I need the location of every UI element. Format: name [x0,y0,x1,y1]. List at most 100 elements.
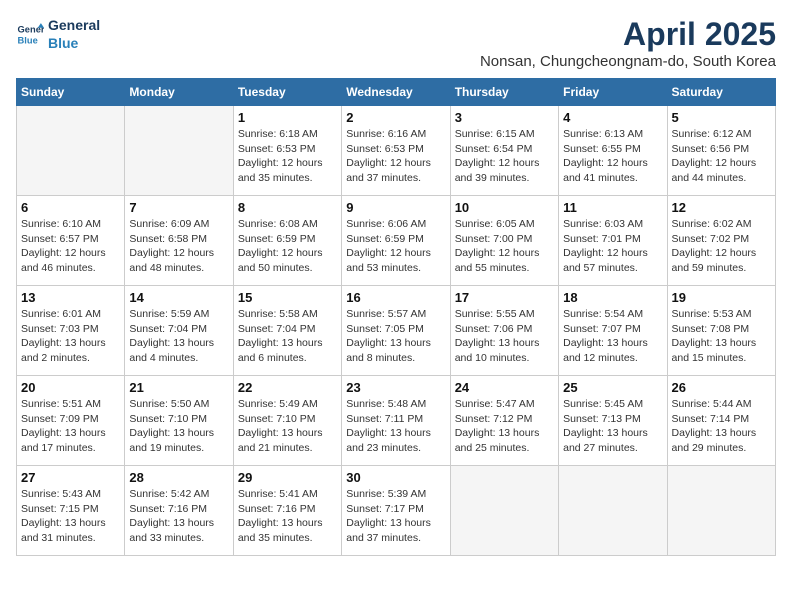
table-row [125,106,233,196]
week-row-4: 27 Sunrise: 5:43 AMSunset: 7:15 PMDayligh… [17,466,776,556]
day-number: 5 [672,110,771,125]
day-detail: Sunrise: 5:39 AMSunset: 7:17 PMDaylight:… [346,487,445,546]
day-detail: Sunrise: 5:57 AMSunset: 7:05 PMDaylight:… [346,307,445,366]
calendar-body: 1 Sunrise: 6:18 AMSunset: 6:53 PMDaylight… [17,106,776,556]
table-row: 14 Sunrise: 5:59 AMSunset: 7:04 PMDayligh… [125,286,233,376]
day-number: 2 [346,110,445,125]
table-row: 1 Sunrise: 6:18 AMSunset: 6:53 PMDaylight… [233,106,341,196]
table-row: 20 Sunrise: 5:51 AMSunset: 7:09 PMDayligh… [17,376,125,466]
day-number: 19 [672,290,771,305]
table-row: 24 Sunrise: 5:47 AMSunset: 7:12 PMDayligh… [450,376,558,466]
day-number: 24 [455,380,554,395]
table-row: 4Sunrise: 6:13 AMSunset: 6:55 PMDaylight… [559,106,667,196]
table-row: 21 Sunrise: 5:50 AMSunset: 7:10 PMDayligh… [125,376,233,466]
day-detail: Sunrise: 6:10 AMSunset: 6:57 PMDaylight:… [21,217,120,276]
header-row: SundayMondayTuesdayWednesdayThursdayFrid… [17,79,776,106]
day-number: 29 [238,470,337,485]
table-row: 23Sunrise: 5:48 AMSunset: 7:11 PMDayligh… [342,376,450,466]
day-number: 6 [21,200,120,215]
table-row: 18 Sunrise: 5:54 AMSunset: 7:07 PMDayligh… [559,286,667,376]
table-row: 29Sunrise: 5:41 AMSunset: 7:16 PMDayligh… [233,466,341,556]
day-detail: Sunrise: 6:02 AMSunset: 7:02 PMDaylight:… [672,217,771,276]
page-header: General Blue General Blue April 2025 Non… [16,16,776,70]
day-detail: Sunrise: 5:47 AMSunset: 7:12 PMDaylight:… [455,397,554,456]
day-number: 26 [672,380,771,395]
header-thursday: Thursday [450,79,558,106]
day-detail: Sunrise: 5:42 AMSunset: 7:16 PMDaylight:… [129,487,228,546]
day-detail: Sunrise: 5:53 AMSunset: 7:08 PMDaylight:… [672,307,771,366]
table-row [450,466,558,556]
table-row: 10Sunrise: 6:05 AMSunset: 7:00 PMDayligh… [450,196,558,286]
logo-icon: General Blue [16,20,44,48]
day-detail: Sunrise: 6:18 AMSunset: 6:53 PMDaylight:… [238,127,337,186]
day-number: 25 [563,380,662,395]
week-row-0: 1 Sunrise: 6:18 AMSunset: 6:53 PMDaylight… [17,106,776,196]
day-detail: Sunrise: 6:08 AMSunset: 6:59 PMDaylight:… [238,217,337,276]
calendar-header: SundayMondayTuesdayWednesdayThursdayFrid… [17,79,776,106]
table-row: 13 Sunrise: 6:01 AMSunset: 7:03 PMDayligh… [17,286,125,376]
svg-text:Blue: Blue [18,36,38,46]
table-row: 6 Sunrise: 6:10 AMSunset: 6:57 PMDaylight… [17,196,125,286]
header-friday: Friday [559,79,667,106]
day-number: 18 [563,290,662,305]
logo: General Blue General Blue [16,16,100,52]
table-row [559,466,667,556]
logo-text-general: General [48,16,100,34]
day-number: 9 [346,200,445,215]
day-number: 14 [129,290,228,305]
table-row: 9Sunrise: 6:06 AMSunset: 6:59 PMDaylight… [342,196,450,286]
day-detail: Sunrise: 5:51 AMSunset: 7:09 PMDaylight:… [21,397,120,456]
day-detail: Sunrise: 6:12 AMSunset: 6:56 PMDaylight:… [672,127,771,186]
header-sunday: Sunday [17,79,125,106]
day-number: 13 [21,290,120,305]
day-detail: Sunrise: 5:45 AMSunset: 7:13 PMDaylight:… [563,397,662,456]
table-row: 26 Sunrise: 5:44 AMSunset: 7:14 PMDayligh… [667,376,775,466]
table-row: 2 Sunrise: 6:16 AMSunset: 6:53 PMDaylight… [342,106,450,196]
title-block: April 2025 Nonsan, Chungcheongnam-do, So… [480,16,776,70]
calendar-title: April 2025 [480,16,776,53]
day-number: 1 [238,110,337,125]
day-detail: Sunrise: 6:16 AMSunset: 6:53 PMDaylight:… [346,127,445,186]
day-number: 15 [238,290,337,305]
table-row: 17Sunrise: 5:55 AMSunset: 7:06 PMDayligh… [450,286,558,376]
table-row: 19 Sunrise: 5:53 AMSunset: 7:08 PMDayligh… [667,286,775,376]
table-row: 25 Sunrise: 5:45 AMSunset: 7:13 PMDayligh… [559,376,667,466]
day-detail: Sunrise: 5:43 AMSunset: 7:15 PMDaylight:… [21,487,120,546]
logo-text-blue: Blue [48,34,100,52]
day-number: 8 [238,200,337,215]
header-saturday: Saturday [667,79,775,106]
header-monday: Monday [125,79,233,106]
table-row: 22Sunrise: 5:49 AMSunset: 7:10 PMDayligh… [233,376,341,466]
day-detail: Sunrise: 6:01 AMSunset: 7:03 PMDaylight:… [21,307,120,366]
day-detail: Sunrise: 5:55 AMSunset: 7:06 PMDaylight:… [455,307,554,366]
day-detail: Sunrise: 6:03 AMSunset: 7:01 PMDaylight:… [563,217,662,276]
day-number: 27 [21,470,120,485]
table-row: 12 Sunrise: 6:02 AMSunset: 7:02 PMDayligh… [667,196,775,286]
week-row-2: 13 Sunrise: 6:01 AMSunset: 7:03 PMDayligh… [17,286,776,376]
day-number: 22 [238,380,337,395]
day-number: 12 [672,200,771,215]
table-row: 3Sunrise: 6:15 AMSunset: 6:54 PMDaylight… [450,106,558,196]
table-row: 11 Sunrise: 6:03 AMSunset: 7:01 PMDayligh… [559,196,667,286]
calendar-subtitle: Nonsan, Chungcheongnam-do, South Korea [480,53,776,70]
table-row: 27 Sunrise: 5:43 AMSunset: 7:15 PMDayligh… [17,466,125,556]
day-detail: Sunrise: 5:59 AMSunset: 7:04 PMDaylight:… [129,307,228,366]
header-tuesday: Tuesday [233,79,341,106]
day-detail: Sunrise: 6:09 AMSunset: 6:58 PMDaylight:… [129,217,228,276]
week-row-3: 20 Sunrise: 5:51 AMSunset: 7:09 PMDayligh… [17,376,776,466]
day-detail: Sunrise: 5:44 AMSunset: 7:14 PMDaylight:… [672,397,771,456]
day-number: 7 [129,200,228,215]
table-row: 7 Sunrise: 6:09 AMSunset: 6:58 PMDaylight… [125,196,233,286]
day-detail: Sunrise: 5:54 AMSunset: 7:07 PMDaylight:… [563,307,662,366]
day-detail: Sunrise: 5:48 AMSunset: 7:11 PMDaylight:… [346,397,445,456]
day-number: 21 [129,380,228,395]
table-row [667,466,775,556]
day-detail: Sunrise: 6:13 AMSunset: 6:55 PMDaylight:… [563,127,662,186]
day-number: 28 [129,470,228,485]
day-number: 11 [563,200,662,215]
day-number: 20 [21,380,120,395]
day-detail: Sunrise: 5:50 AMSunset: 7:10 PMDaylight:… [129,397,228,456]
table-row: 15Sunrise: 5:58 AMSunset: 7:04 PMDayligh… [233,286,341,376]
day-number: 16 [346,290,445,305]
day-number: 3 [455,110,554,125]
